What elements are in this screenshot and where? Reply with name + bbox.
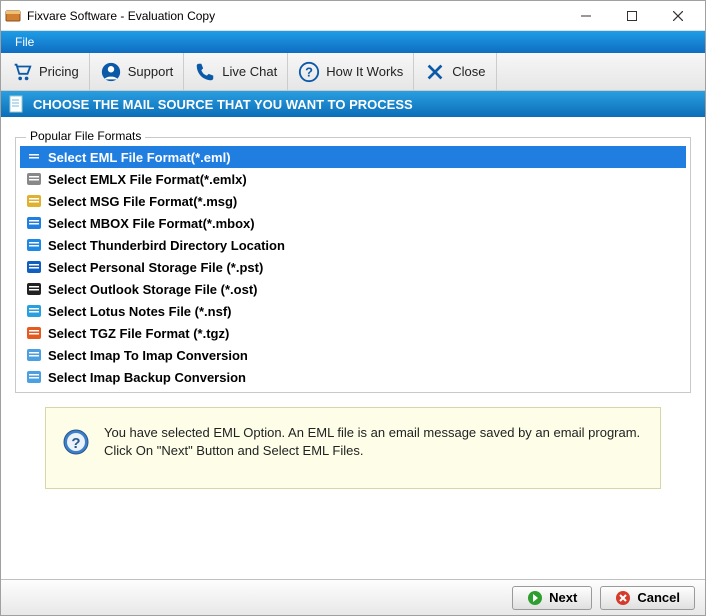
close-window-button[interactable] [655,1,701,31]
cancel-label: Cancel [637,590,680,605]
window-title: Fixvare Software - Evaluation Copy [27,9,563,23]
app-icon [5,8,21,24]
pricing-button[interactable]: Pricing [1,53,90,90]
format-item[interactable]: Select Imap Backup Conversion [20,366,686,388]
instruction-bar: CHOOSE THE MAIL SOURCE THAT YOU WANT TO … [1,91,705,117]
format-icon [26,149,42,165]
format-label: Select MBOX File Format(*.mbox) [48,216,255,231]
support-label: Support [128,64,174,79]
menu-file[interactable]: File [7,33,42,51]
question-icon: ? [298,61,320,83]
format-icon [26,193,42,209]
next-icon [527,590,543,606]
format-icon [26,347,42,363]
content-area: Popular File Formats Select EML File For… [1,117,705,579]
close-icon [424,61,446,83]
format-item[interactable]: Select TGZ File Format (*.tgz) [20,322,686,344]
format-label: Select Lotus Notes File (*.nsf) [48,304,231,319]
info-text: You have selected EML Option. An EML fil… [104,424,644,460]
svg-text:?: ? [71,435,80,452]
group-title: Popular File Formats [26,129,145,143]
next-label: Next [549,590,577,605]
format-label: Select Imap Backup Conversion [48,370,246,385]
format-icon [26,303,42,319]
format-label: Select Thunderbird Directory Location [48,238,285,253]
format-icon [26,325,42,341]
next-button[interactable]: Next [512,586,592,610]
button-bar: Next Cancel [1,579,705,615]
svg-text:?: ? [305,64,313,79]
format-label: Select EMLX File Format(*.emlx) [48,172,247,187]
format-icon [26,369,42,385]
close-label: Close [452,64,485,79]
format-list: Select EML File Format(*.eml) Select EMLX… [20,146,686,388]
format-item[interactable]: Select MSG File Format(*.msg) [20,190,686,212]
format-item[interactable]: Select Thunderbird Directory Location [20,234,686,256]
format-label: Select TGZ File Format (*.tgz) [48,326,229,341]
howitworks-button[interactable]: ? How It Works [288,53,414,90]
format-icon [26,237,42,253]
howitworks-label: How It Works [326,64,403,79]
minimize-button[interactable] [563,1,609,31]
format-icon [26,281,42,297]
cart-icon [11,61,33,83]
format-item[interactable]: Select Outlook Storage File (*.ost) [20,278,686,300]
format-label: Select Outlook Storage File (*.ost) [48,282,257,297]
format-icon [26,215,42,231]
cancel-button[interactable]: Cancel [600,586,695,610]
format-icon [26,259,42,275]
livechat-label: Live Chat [222,64,277,79]
format-label: Select Imap To Imap Conversion [48,348,248,363]
menubar: File [1,31,705,53]
support-icon [100,61,122,83]
phone-icon [194,61,216,83]
cancel-icon [615,590,631,606]
format-icon [26,171,42,187]
document-icon [9,95,25,113]
formats-group: Popular File Formats Select EML File For… [15,137,691,393]
close-button[interactable]: Close [414,53,496,90]
window-controls [563,1,701,31]
format-item[interactable]: Select EML File Format(*.eml) [20,146,686,168]
format-item[interactable]: Select Imap To Imap Conversion [20,344,686,366]
format-item[interactable]: Select Personal Storage File (*.pst) [20,256,686,278]
format-item[interactable]: Select Lotus Notes File (*.nsf) [20,300,686,322]
toolbar: Pricing Support Live Chat ? How It Works… [1,53,705,91]
format-label: Select Personal Storage File (*.pst) [48,260,263,275]
format-item[interactable]: Select EMLX File Format(*.emlx) [20,168,686,190]
info-box: ? You have selected EML Option. An EML f… [45,407,661,489]
support-button[interactable]: Support [90,53,185,90]
maximize-button[interactable] [609,1,655,31]
titlebar: Fixvare Software - Evaluation Copy [1,1,705,31]
format-label: Select EML File Format(*.eml) [48,150,231,165]
format-label: Select MSG File Format(*.msg) [48,194,237,209]
livechat-button[interactable]: Live Chat [184,53,288,90]
pricing-label: Pricing [39,64,79,79]
instruction-text: CHOOSE THE MAIL SOURCE THAT YOU WANT TO … [33,97,413,112]
info-icon: ? [62,428,90,456]
format-item[interactable]: Select MBOX File Format(*.mbox) [20,212,686,234]
